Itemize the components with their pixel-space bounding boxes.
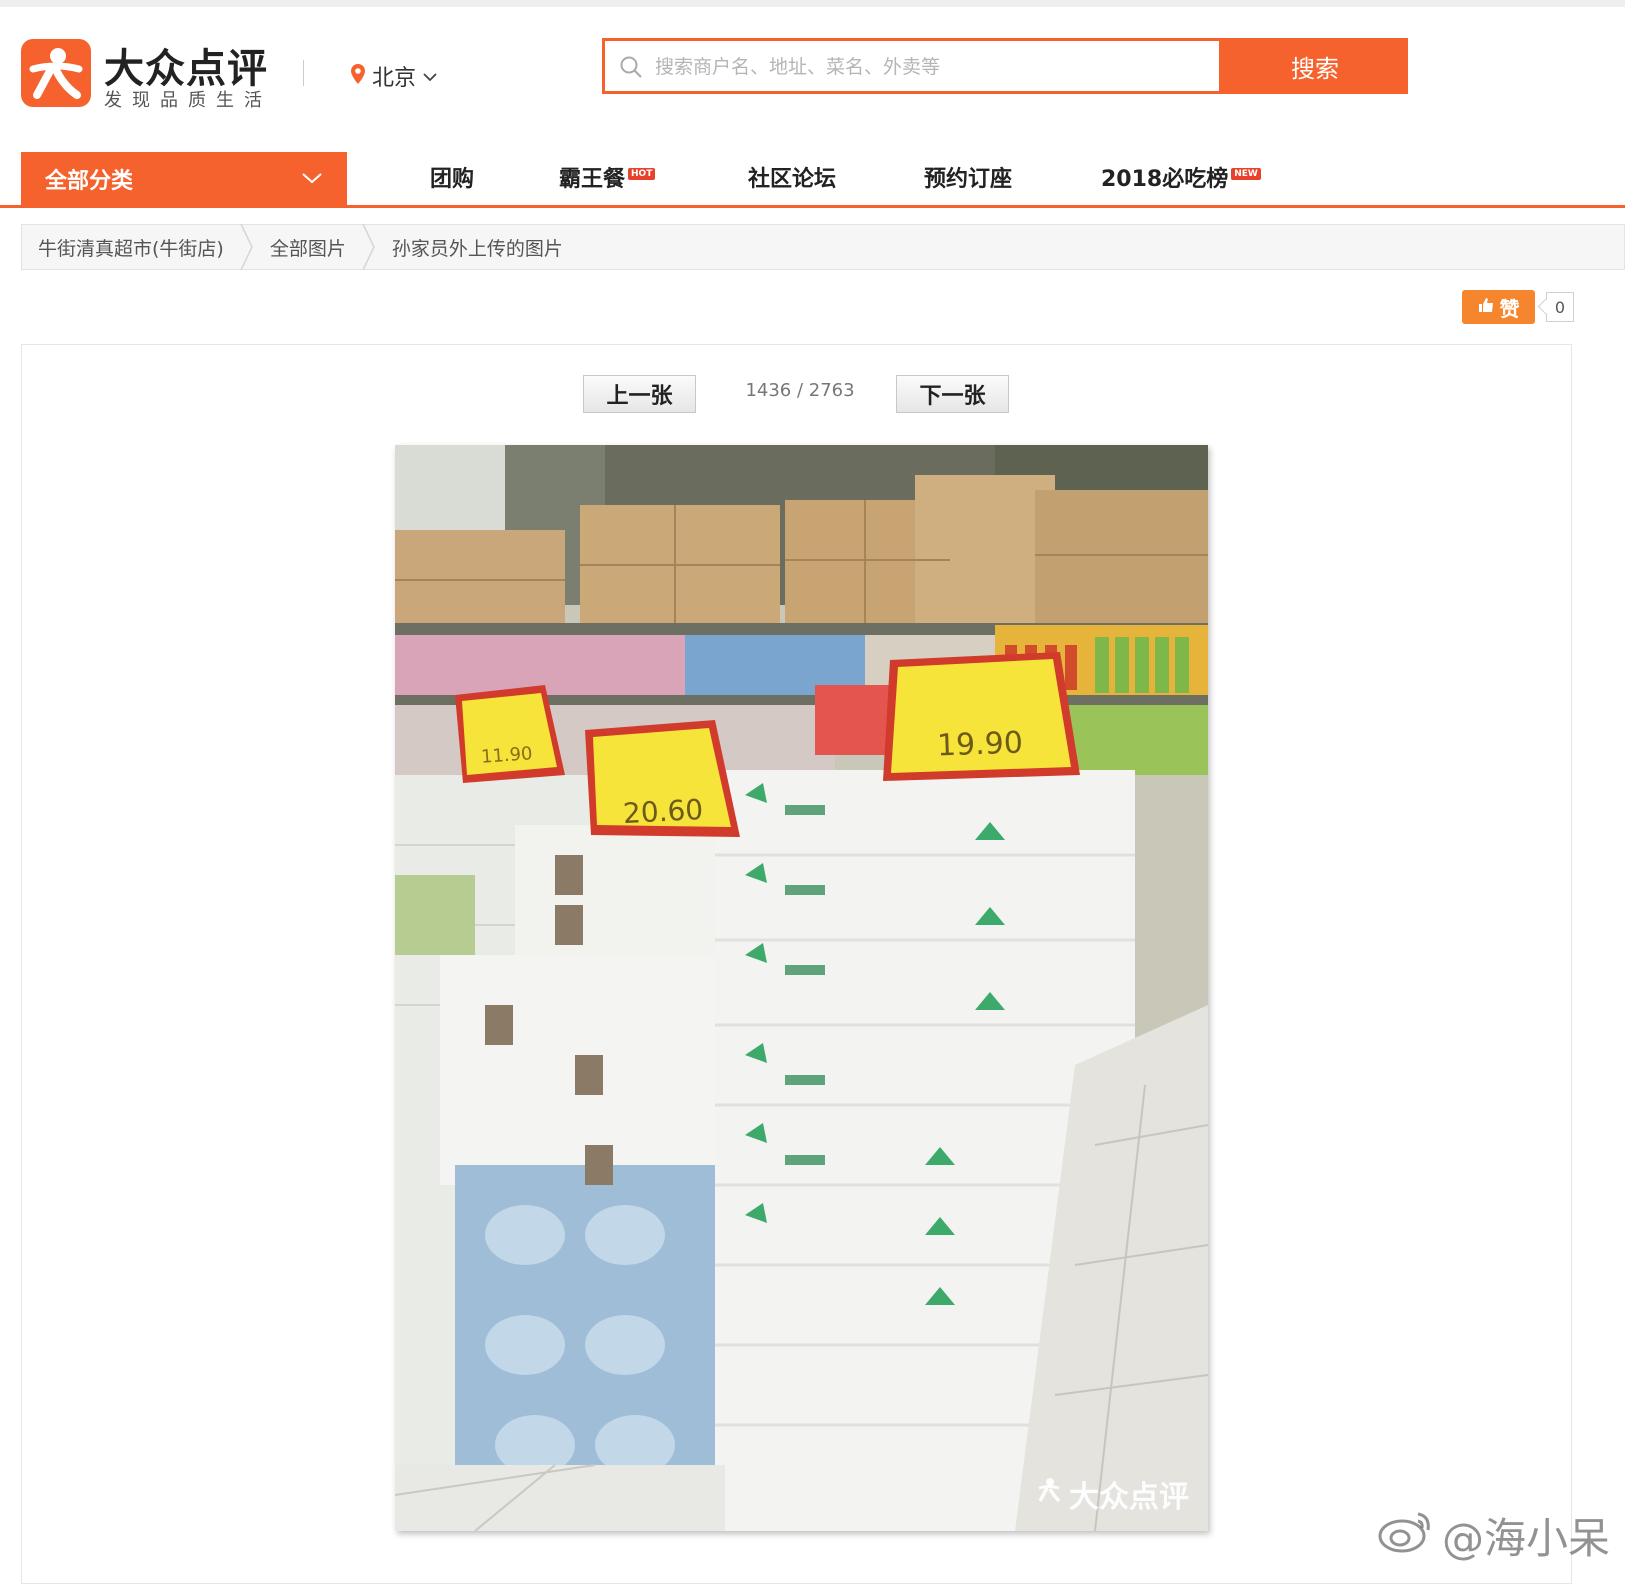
like-count: 0 <box>1546 292 1574 322</box>
breadcrumb: 牛街清真超市(牛街店) 全部图片 孙家员外上传的图片 <box>21 223 1625 271</box>
all-categories-label: 全部分类 <box>45 168 134 194</box>
top-strip <box>0 0 1625 7</box>
search-icon <box>619 55 643 83</box>
weibo-handle: @海小呆 <box>1442 1514 1611 1563</box>
prev-photo-button[interactable]: 上一张 <box>583 375 696 413</box>
all-categories-button[interactable]: 全部分类 <box>21 152 347 205</box>
price-tag-text: 20.60 <box>622 792 704 831</box>
search-button[interactable]: 搜索 <box>1222 38 1408 94</box>
new-badge: NEW <box>1231 168 1261 180</box>
nav-item-reservation[interactable]: 预约订座 <box>924 160 1012 200</box>
photo-counter: 1436 / 2763 <box>745 380 855 401</box>
location-pin-icon <box>350 63 366 89</box>
nav-underline <box>0 205 1625 208</box>
like-label: 赞 <box>1499 296 1520 321</box>
brand-logo-icon <box>1035 1476 1063 1512</box>
nav-item-label: 社区论坛 <box>748 167 837 192</box>
weibo-logo-icon <box>1378 1508 1434 1564</box>
like-button[interactable]: 赞 <box>1462 290 1535 324</box>
breadcrumb-all-photos[interactable]: 全部图片 <box>254 224 362 270</box>
breadcrumb-separator-icon <box>240 223 254 271</box>
search-box <box>602 38 1222 94</box>
nav-item-label: 团购 <box>430 167 475 192</box>
breadcrumb-current: 孙家员外上传的图片 <box>391 237 563 260</box>
header-divider <box>303 60 304 86</box>
weibo-watermark: @海小呆 <box>1378 1505 1610 1566</box>
city-selector[interactable]: 北京 <box>350 60 438 92</box>
nav-item-group-buy[interactable]: 团购 <box>430 160 474 200</box>
nav-item-label: 2018必吃榜 <box>1101 167 1229 192</box>
photo-watermark: 大众点评 <box>1035 1472 1189 1516</box>
photo-watermark-text: 大众点评 <box>1069 1480 1189 1515</box>
breadcrumb-shop[interactable]: 牛街清真超市(牛街店) <box>22 224 240 270</box>
brand-slogan: 发现品质生活 <box>104 90 272 111</box>
nav-item-free-meal[interactable]: 霸王餐 HOT <box>559 160 656 200</box>
city-name: 北京 <box>372 66 417 91</box>
price-tag-text: 19.90 <box>936 725 1024 764</box>
main-photo[interactable]: 11.90 20.60 19.90 <box>395 445 1208 1531</box>
nav-item-label: 霸王餐 <box>559 167 626 192</box>
search-bar: 搜索 <box>602 38 1408 94</box>
nav-item-must-eat-list[interactable]: 2018必吃榜 NEW <box>1101 160 1261 200</box>
search-input[interactable] <box>653 49 1217 85</box>
next-photo-button[interactable]: 下一张 <box>896 375 1009 413</box>
chevron-down-icon <box>422 67 438 86</box>
nav-item-label: 预约订座 <box>924 167 1013 192</box>
breadcrumb-separator-icon <box>362 223 376 271</box>
brand-logo-icon[interactable] <box>21 39 91 107</box>
chevron-down-icon <box>301 169 323 188</box>
thumbs-up-icon <box>1478 297 1494 317</box>
price-tag-text: 11.90 <box>480 743 534 768</box>
hot-badge: HOT <box>628 168 656 180</box>
nav-item-community-forum[interactable]: 社区论坛 <box>748 160 836 200</box>
